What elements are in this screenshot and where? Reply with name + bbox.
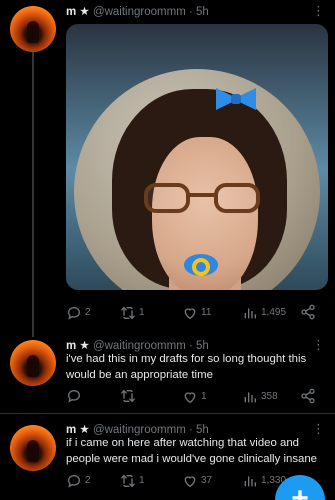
reply-button[interactable] (66, 388, 85, 404)
views-icon (244, 392, 256, 403)
post-text: if i came on here after watching that vi… (66, 437, 318, 465)
post-actions: 1 358 (66, 388, 328, 406)
reply-count: 2 (85, 475, 91, 486)
like-button[interactable]: 37 (182, 472, 212, 490)
post-actions: 2 1 11 1,495 (66, 304, 328, 322)
repost-count: 1 (139, 307, 145, 318)
repost-icon (120, 306, 136, 320)
like-count: 11 (201, 307, 212, 318)
thread-line (32, 52, 34, 337)
like-icon (184, 392, 196, 404)
repost-button[interactable]: 1 (120, 472, 145, 490)
views-button[interactable]: 1,495 (242, 304, 286, 322)
reply-button[interactable]: 2 (66, 304, 91, 322)
reply-icon (67, 306, 81, 320)
share-icon (301, 388, 315, 404)
repost-icon (120, 389, 136, 403)
repost-icon (120, 474, 136, 488)
author-name[interactable]: m ★ (66, 424, 90, 436)
post-header: m ★ @waitingroommm · 5h (66, 424, 209, 436)
like-button[interactable]: 1 (182, 388, 207, 406)
post-header: m ★ @waitingroommm · 5h (66, 6, 209, 18)
photo-circle (74, 69, 320, 290)
author-name[interactable]: m ★ (66, 6, 90, 18)
like-icon (184, 308, 196, 320)
like-count: 1 (201, 391, 207, 402)
timestamp[interactable]: 5h (196, 424, 209, 436)
author-handle[interactable]: @waitingroommm (93, 424, 186, 436)
views-icon (244, 308, 256, 319)
like-icon (184, 476, 196, 488)
more-icon[interactable]: ⋮ (312, 4, 325, 17)
like-count: 37 (201, 475, 213, 486)
post-image[interactable] (66, 24, 328, 290)
repost-button[interactable]: 1 (120, 304, 145, 322)
share-button[interactable] (300, 304, 316, 320)
avatar[interactable] (10, 340, 56, 386)
views-icon (244, 476, 256, 487)
timestamp[interactable]: 5h (196, 6, 209, 18)
more-icon[interactable]: ⋮ (312, 338, 325, 351)
reply-count: 2 (85, 307, 91, 318)
author-handle[interactable]: @waitingroommm (93, 6, 186, 18)
pacifier-emoji (184, 249, 218, 281)
author-handle[interactable]: @waitingroommm (93, 340, 186, 352)
repost-count: 1 (139, 475, 145, 486)
share-icon (301, 304, 315, 320)
repost-button[interactable] (120, 388, 139, 404)
ribbon-emoji (216, 86, 256, 112)
divider (0, 413, 335, 414)
post-header: m ★ @waitingroommm · 5h (66, 340, 209, 352)
views-button[interactable]: 358 (242, 388, 278, 406)
timestamp[interactable]: 5h (196, 340, 209, 352)
reply-icon (67, 474, 81, 488)
author-name[interactable]: m ★ (66, 340, 90, 352)
more-icon[interactable]: ⋮ (312, 422, 325, 435)
reply-button[interactable]: 2 (66, 472, 91, 490)
view-count: 1,495 (261, 307, 287, 318)
avatar[interactable] (10, 425, 56, 471)
post-text: i've had this in my drafts for so long t… (66, 353, 307, 381)
view-count: 358 (261, 391, 278, 402)
reply-icon (67, 389, 81, 403)
like-button[interactable]: 11 (182, 304, 211, 322)
avatar[interactable] (10, 6, 56, 52)
share-button[interactable] (300, 388, 316, 404)
